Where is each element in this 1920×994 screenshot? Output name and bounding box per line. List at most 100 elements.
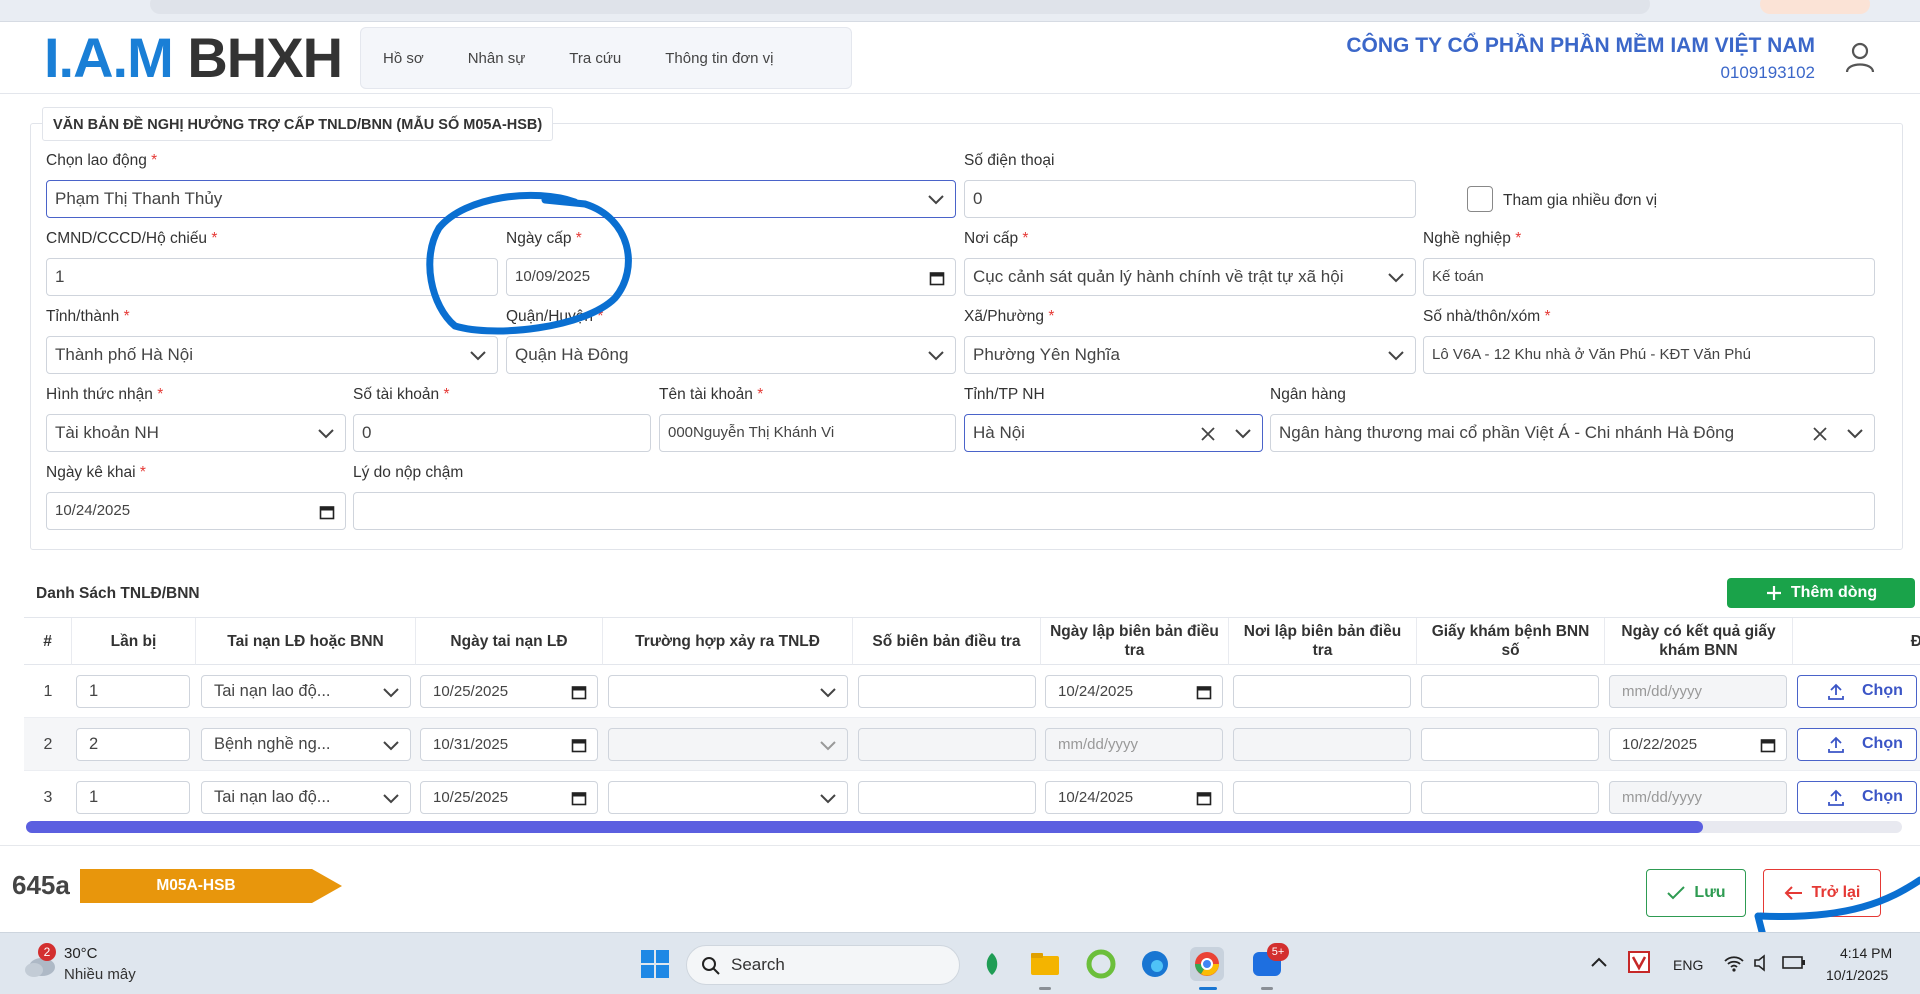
cert-no-input[interactable] [1421,675,1599,708]
weather-temperature[interactable]: 30°C [64,945,98,962]
calendar-icon[interactable] [571,684,587,700]
chevron-down-icon [383,794,399,804]
ward-label: Xã/Phường * [964,308,1055,325]
accident-date-input[interactable]: 10/25/2025 [420,781,598,814]
clock-date[interactable]: 10/1/2025 [1826,967,1888,983]
col-header-report-place: Nơi lập biên bản điều tra [1229,618,1417,665]
account-number-input[interactable]: 0 [353,414,651,452]
taskbar-app-chrome[interactable] [1190,947,1224,981]
report-place-input[interactable] [1233,675,1411,708]
case-select[interactable] [608,781,848,814]
address-input[interactable]: Lô V6A - 12 Khu nhà ở Văn Phú - KĐT Văn … [1423,336,1875,374]
close-icon[interactable] [1812,426,1828,442]
district-select[interactable]: Quận Hà Đông [506,336,956,374]
case-select[interactable] [608,675,848,708]
bank-select[interactable]: Ngân hàng thương mai cổ phần Việt Á - Ch… [1270,414,1875,452]
receive-method-select[interactable]: Tài khoản NH [46,414,346,452]
taskbar-app-file-explorer[interactable] [1028,947,1062,981]
calendar-icon[interactable] [1196,790,1212,806]
choose-file-button[interactable]: Chọn [1797,728,1917,761]
table-scrollbar-thumb[interactable] [26,821,1703,833]
add-row-button[interactable]: Thêm dòng [1727,578,1915,608]
multi-unit-checkbox[interactable] [1467,186,1493,212]
report-no-input[interactable] [858,675,1036,708]
issue-date-input[interactable]: 10/09/2025 [506,258,956,296]
report-place-input[interactable] [1233,781,1411,814]
taskbar-app-green[interactable] [1084,947,1118,981]
ward-select[interactable]: Phường Yên Nghĩa [964,336,1416,374]
nav-item-tra-cuu[interactable]: Tra cứu [547,50,643,67]
choose-file-button[interactable]: Chọn [1797,781,1917,814]
result-date-input[interactable]: 10/22/2025 [1609,728,1787,761]
calendar-icon[interactable] [1196,684,1212,700]
tray-app-icon[interactable] [1628,951,1650,973]
accident-date-input[interactable]: 10/31/2025 [420,728,598,761]
province-select[interactable]: Thành phố Hà Nội [46,336,498,374]
row-index: 1 [43,683,53,700]
back-button[interactable]: Trở lại [1763,869,1881,917]
tnld-table: # Lần bị Tai nạn LĐ hoặc BNN Ngày tai nạ… [24,617,1920,819]
save-button[interactable]: Lưu [1646,869,1746,917]
company-tax-code: 0109193102 [1720,63,1815,82]
app-logo[interactable]: I.A.M BHXH [44,26,343,89]
browser-profile-button[interactable] [1760,0,1870,14]
employee-select[interactable]: Phạm Thị Thanh Thủy [46,180,956,218]
taskbar-search-label: Search [731,955,785,974]
clock-time[interactable]: 4:14 PM [1840,945,1892,961]
report-date-input[interactable]: 10/24/2025 [1045,675,1223,708]
col-header-report-date: Ngày lập biên bản điều tra [1041,618,1229,665]
taskbar-app-edge[interactable] [1138,947,1172,981]
taskbar-app-leaf[interactable] [975,947,1009,981]
district-label: Quận/Huyện * [506,308,604,325]
calendar-icon[interactable] [571,737,587,753]
declare-date-input[interactable]: 10/24/2025 [46,492,346,530]
type-select[interactable]: Tai nạn lao độ... [201,675,411,708]
occupation-input[interactable]: Kế toán [1423,258,1875,296]
language-indicator[interactable]: ENG [1673,957,1703,973]
times-input[interactable]: 1 [76,781,190,814]
calendar-icon[interactable] [319,504,335,520]
weather-description[interactable]: Nhiều mây [64,966,136,983]
report-date-input[interactable]: mm/dd/yyyy [1045,728,1223,761]
accident-date-input[interactable]: 10/25/2025 [420,675,598,708]
phone-input[interactable]: 0 [964,180,1416,218]
volume-icon[interactable] [1752,953,1772,973]
close-icon[interactable] [1200,426,1216,442]
battery-icon[interactable] [1782,953,1806,971]
result-date-input[interactable]: mm/dd/yyyy [1609,675,1787,708]
calendar-icon[interactable] [929,270,945,286]
chevron-up-icon[interactable] [1590,955,1608,969]
choose-file-button[interactable]: Chọn [1797,675,1917,708]
cert-no-input[interactable] [1421,781,1599,814]
nav-item-nhan-su[interactable]: Nhân sự [446,50,548,67]
browser-address-bar[interactable] [150,0,1650,14]
user-icon[interactable] [1843,40,1877,74]
taskbar-indicator [1039,987,1051,990]
cert-no-input[interactable] [1421,728,1599,761]
times-input[interactable]: 2 [76,728,190,761]
id-number-input[interactable]: 1 [46,258,498,296]
bank-province-select[interactable]: Hà Nội [964,414,1263,452]
case-select[interactable] [608,728,848,761]
calendar-icon[interactable] [571,790,587,806]
taskbar-search-box[interactable] [686,945,960,985]
report-no-input[interactable] [858,728,1036,761]
calendar-icon[interactable] [1760,737,1776,753]
report-no-input[interactable] [858,781,1036,814]
nav-item-ho-so[interactable]: Hồ sơ [361,50,446,67]
issue-place-select[interactable]: Cục cảnh sát quản lý hành chính về trật … [964,258,1416,296]
type-select[interactable]: Bệnh nghề ng... [201,728,411,761]
logo-part-bhxh: BHXH [187,26,343,89]
report-place-input[interactable] [1233,728,1411,761]
times-input[interactable]: 1 [76,675,190,708]
windows-start-icon[interactable] [640,949,670,979]
result-date-input[interactable]: mm/dd/yyyy [1609,781,1787,814]
late-reason-input[interactable] [353,492,1875,530]
type-select[interactable]: Tai nạn lao độ... [201,781,411,814]
nav-item-thong-tin-don-vi[interactable]: Thông tin đơn vị [643,50,795,67]
table-row: 1 1 Tai nạn lao độ... 10/25/2025 10/24/2… [24,665,1920,718]
chevron-down-icon [820,741,836,751]
wifi-icon[interactable] [1723,953,1745,973]
account-name-input[interactable]: 000Nguyễn Thị Khánh Vi [659,414,956,452]
report-date-input[interactable]: 10/24/2025 [1045,781,1223,814]
